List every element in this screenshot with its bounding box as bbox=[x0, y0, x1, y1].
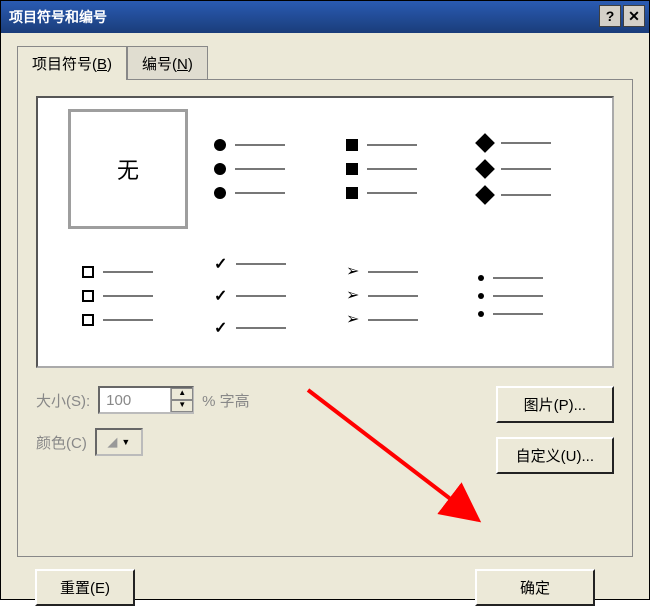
bullet-diamond-icon bbox=[475, 133, 495, 153]
reset-button[interactable]: 重置(E) bbox=[35, 569, 135, 606]
size-suffix: % 字高 bbox=[202, 390, 250, 411]
bullet-square-icon bbox=[346, 139, 358, 151]
client-area: 项目符号(B) 编号(N) 无 bbox=[1, 33, 649, 599]
size-input[interactable] bbox=[100, 388, 170, 412]
bullet-dot-icon bbox=[478, 275, 484, 281]
bullet-style-check[interactable]: ✓ ✓ ✓ bbox=[200, 236, 320, 356]
close-button[interactable]: ✕ bbox=[623, 5, 645, 27]
size-spinner[interactable]: ▲ ▼ bbox=[98, 386, 194, 414]
tab-numbers[interactable]: 编号(N) bbox=[127, 46, 208, 80]
bullet-style-none[interactable]: 无 bbox=[68, 109, 188, 229]
picture-button[interactable]: 图片(P)... bbox=[496, 386, 614, 423]
spinner-down-icon[interactable]: ▼ bbox=[171, 400, 193, 412]
bullet-disc-icon bbox=[214, 139, 226, 151]
bullet-style-arrow[interactable]: ➢ ➢ ➢ bbox=[332, 236, 452, 356]
bullet-style-small-dot[interactable] bbox=[464, 236, 584, 356]
bullet-style-open-square[interactable] bbox=[68, 236, 188, 356]
bullet-style-disc[interactable] bbox=[200, 109, 320, 229]
tab-strip: 项目符号(B) 编号(N) bbox=[17, 45, 633, 79]
dialog-title: 项目符号和编号 bbox=[9, 7, 107, 27]
help-button[interactable]: ? bbox=[599, 5, 621, 27]
bullets-gallery: 无 bbox=[36, 96, 614, 368]
color-picker[interactable]: ◢ ▼ bbox=[95, 428, 143, 456]
paint-bucket-icon: ◢ bbox=[107, 434, 117, 450]
dialog-buttons: 重置(E) 确定 bbox=[17, 557, 633, 606]
chevron-down-icon: ▼ bbox=[121, 437, 130, 447]
bullet-arrow-icon: ➢ bbox=[346, 266, 359, 278]
tab-panel: 无 bbox=[17, 79, 633, 557]
custom-button[interactable]: 自定义(U)... bbox=[496, 437, 614, 474]
bullet-check-icon: ✓ bbox=[214, 254, 227, 274]
bullet-style-diamond[interactable] bbox=[464, 109, 584, 229]
dialog-window: 项目符号和编号 ? ✕ 项目符号(B) 编号(N) 无 bbox=[0, 0, 650, 600]
color-label: 颜色(C) bbox=[36, 432, 87, 453]
titlebar[interactable]: 项目符号和编号 ? ✕ bbox=[1, 1, 649, 33]
spinner-buttons[interactable]: ▲ ▼ bbox=[170, 388, 193, 412]
bullet-open-square-icon bbox=[82, 266, 94, 278]
tab-bullets[interactable]: 项目符号(B) bbox=[17, 46, 127, 80]
spinner-up-icon[interactable]: ▲ bbox=[171, 388, 193, 400]
size-label: 大小(S): bbox=[36, 390, 90, 411]
bullet-style-square[interactable] bbox=[332, 109, 452, 229]
ok-button[interactable]: 确定 bbox=[475, 569, 595, 606]
